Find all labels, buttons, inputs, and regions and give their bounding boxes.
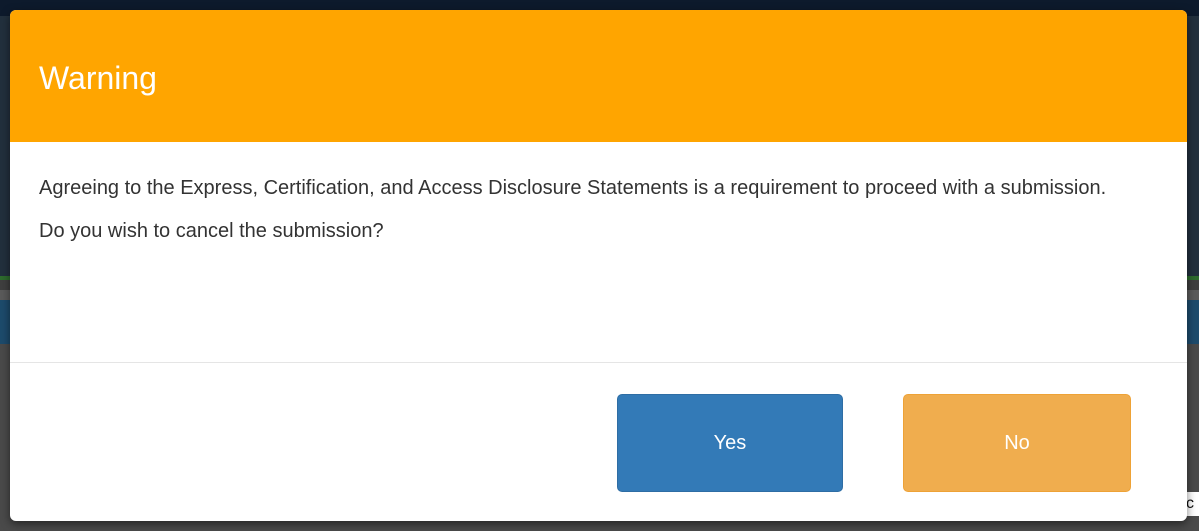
warning-dialog: Warning Agreeing to the Express, Certifi… [10, 10, 1187, 521]
dialog-header: Warning [10, 10, 1187, 142]
dialog-question: Do you wish to cancel the submission? [39, 220, 384, 242]
dialog-title: Warning [39, 60, 157, 96]
yes-button[interactable]: Yes [617, 394, 843, 492]
background-text-fragment: c [1186, 492, 1199, 516]
no-button[interactable]: No [903, 394, 1131, 492]
dialog-body: Agreeing to the Express, Certification, … [39, 172, 1159, 247]
dialog-message: Agreeing to the Express, Certification, … [39, 177, 1107, 199]
dialog-footer: Yes No [10, 362, 1187, 521]
